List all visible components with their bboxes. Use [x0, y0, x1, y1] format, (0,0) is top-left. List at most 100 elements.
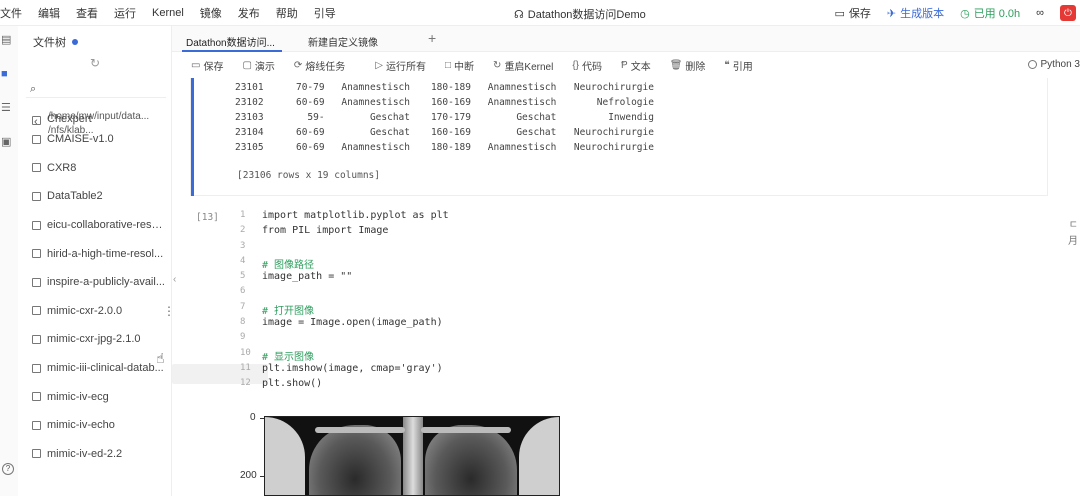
- table-cell: Geschat: [516, 112, 557, 123]
- table-cell: 23102: [234, 97, 264, 108]
- code-text: from PIL import Image: [262, 225, 389, 237]
- code-line: 6: [240, 286, 449, 301]
- table-cell: Geschat: [369, 112, 410, 123]
- line-number: 2: [240, 225, 246, 236]
- folder-icon: [32, 334, 41, 344]
- tab-datathon-demo[interactable]: Datathon数据访问...: [186, 34, 275, 49]
- headset-icon: ☊: [514, 8, 524, 21]
- list-item[interactable]: CXR8: [32, 154, 177, 183]
- menu-edit[interactable]: 编辑: [30, 5, 68, 21]
- list-item[interactable]: DataTable2: [32, 182, 177, 211]
- menu-file[interactable]: 文件: [0, 5, 30, 21]
- list-item[interactable]: mimic-iv-ecg: [32, 382, 177, 411]
- trash-icon: 🗑: [669, 59, 683, 71]
- link-button[interactable]: ∞: [1036, 7, 1044, 19]
- list-item[interactable]: eicu-collaborative-rese...: [32, 211, 177, 240]
- cite-button[interactable]: ❝ 引用: [724, 58, 752, 73]
- list-item[interactable]: inspire-a-publicly-avail...: [32, 268, 177, 297]
- menu-help[interactable]: 帮助: [268, 5, 306, 21]
- link-icon: ∞: [1036, 7, 1044, 19]
- code-button[interactable]: {} 代码: [572, 58, 602, 73]
- line-number: 10: [240, 347, 251, 358]
- app-title: ☊ Datathon数据访问Demo: [514, 6, 646, 22]
- output-cell[interactable]: 23101 70-79 Anamnestisch 180-189 Anamnestisc…: [190, 78, 1048, 196]
- delete-button[interactable]: 🗑 删除: [670, 58, 706, 73]
- generate-version-button[interactable]: ✈ 生成版本: [887, 5, 944, 21]
- kernel-label: Python 3: [1040, 59, 1080, 70]
- help-icon[interactable]: ?: [2, 463, 14, 475]
- runtime-label: 已用 0.0h: [973, 8, 1021, 20]
- restart-kernel-button[interactable]: ↻ 重启Kernel: [493, 58, 553, 73]
- table-cell: 170-179: [430, 112, 471, 123]
- power-button[interactable]: ⏻: [1060, 5, 1076, 21]
- code-text: # 打开图像: [262, 305, 315, 317]
- notebook-tabs: Datathon数据访问... 新建自定义镜像 +: [172, 26, 1080, 52]
- table-cell: Neurochirurgie: [573, 82, 654, 93]
- generate-version-label: 生成版本: [900, 8, 945, 20]
- demo-button[interactable]: ▢ 演示: [242, 58, 274, 73]
- menu-view[interactable]: 查看: [68, 5, 106, 21]
- list-item[interactable]: hirid-a-high-time-resol...: [32, 239, 177, 268]
- table-cell: 59-: [307, 112, 325, 123]
- table-row: 23102 60-69 Anamnestisch 160-169 Anamnestisc…: [227, 95, 654, 110]
- more-vertical-icon[interactable]: ⋮: [163, 304, 175, 318]
- app-title-text: Datathon数据访问Demo: [527, 9, 646, 21]
- folder-icon[interactable]: ■: [1, 68, 13, 80]
- document-icon[interactable]: ▤: [1, 34, 13, 46]
- right-edge-line-1: ㄷ: [1068, 220, 1078, 231]
- folder-icon: [32, 249, 41, 259]
- file-search-input[interactable]: ⌕: [26, 82, 166, 98]
- list-item[interactable]: mimic-iv-ed-2.2: [32, 440, 177, 469]
- list-item-name: mimic-cxr-2.0.0: [47, 304, 123, 317]
- restart-icon: ↻: [493, 59, 502, 71]
- xray-clavicle-right: [421, 427, 511, 433]
- save-button[interactable]: ▭ 保存: [191, 58, 223, 73]
- dataframe-output: 23101 70-79 Anamnestisch 180-189 Anamnestisc…: [227, 80, 654, 155]
- save-top-button[interactable]: ▭ 保存: [834, 5, 870, 21]
- code-cell[interactable]: [13] 1 import matplotlib.pyplot as plt 2 fr…: [190, 206, 1048, 396]
- code-editor[interactable]: 1 import matplotlib.pyplot as plt 2 from PI…: [240, 210, 449, 394]
- refresh-icon[interactable]: ↻: [90, 56, 100, 70]
- code-line: 5 image_path = "": [240, 271, 449, 286]
- list-item[interactable]: Chexpert: [32, 111, 177, 125]
- active-tab-indicator: [182, 50, 282, 52]
- list-item-name: CMAISE-v1.0: [47, 133, 114, 146]
- collapse-panel-icon[interactable]: ‹: [173, 274, 176, 285]
- add-tab-icon[interactable]: +: [428, 30, 436, 46]
- table-cell: Anamnestisch: [341, 82, 410, 93]
- table-cell: 180-189: [430, 82, 471, 93]
- table-row: 23104 60-69 Geschat 160-169 Geschat Neurochir…: [227, 125, 654, 140]
- tab-new-custom-image[interactable]: 新建自定义镜像: [308, 34, 378, 49]
- line-number: 1: [240, 210, 246, 220]
- floppy-icon: ▭: [191, 59, 201, 71]
- table-cell: 70-79: [295, 82, 325, 93]
- folder-icon: [32, 220, 41, 230]
- menu-kernel[interactable]: Kernel: [144, 7, 192, 19]
- runtime-indicator: ◷ 已用 0.0h: [960, 5, 1020, 21]
- list-item[interactable]: mimic-iv-echo: [32, 411, 177, 440]
- folder-icon: [32, 306, 41, 316]
- text-button[interactable]: Ᵽ 文本: [621, 58, 651, 73]
- kernel-selector[interactable]: Python 3: [1027, 59, 1080, 70]
- xray-shoulder-left: [265, 417, 305, 495]
- interrupt-label: 中断: [454, 61, 475, 73]
- interrupt-button[interactable]: □ 中断: [445, 58, 474, 73]
- list-item[interactable]: CMAISE-v1.0: [32, 125, 177, 154]
- stop-task-button[interactable]: ⟳ 熔线任务: [294, 58, 345, 73]
- clock-icon: ◷: [960, 7, 970, 20]
- table-cell: Geschat: [516, 127, 557, 138]
- list-item[interactable]: mimic-cxr-2.0.0 ⋮: [32, 297, 177, 326]
- play-icon: ▷: [375, 59, 383, 71]
- xray-lung-right: [425, 425, 517, 495]
- code-line: 1 import matplotlib.pyplot as plt: [240, 210, 449, 225]
- terminal-icon[interactable]: ▣: [1, 136, 13, 148]
- code-text: # 显示图像: [262, 351, 315, 363]
- list-icon[interactable]: ☰: [1, 102, 13, 114]
- run-all-button[interactable]: ▷ 运行所有: [375, 58, 426, 73]
- menu-run[interactable]: 运行: [106, 5, 144, 21]
- code-line: 10 # 显示图像: [240, 348, 449, 363]
- run-all-label: 运行所有: [386, 61, 426, 73]
- menu-publish[interactable]: 发布: [230, 5, 268, 21]
- menu-image[interactable]: 镜像: [192, 5, 230, 21]
- menu-guide[interactable]: 引导: [306, 5, 344, 21]
